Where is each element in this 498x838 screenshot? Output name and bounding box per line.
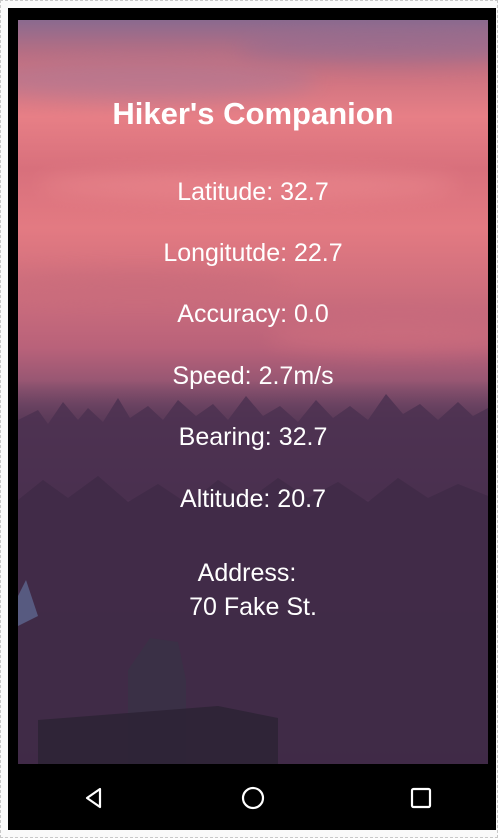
recents-square-icon xyxy=(410,787,432,809)
accuracy-reading: Accuracy: 0.0 xyxy=(177,300,329,328)
home-circle-icon xyxy=(241,786,265,810)
back-button[interactable] xyxy=(76,780,112,816)
recents-button[interactable] xyxy=(403,780,439,816)
background-cloud xyxy=(18,60,318,100)
latitude-reading: Latitude: 32.7 xyxy=(177,178,329,206)
address-label: Address: xyxy=(197,559,297,587)
speed-reading: Speed: 2.7m/s xyxy=(172,362,334,390)
bearing-reading: Bearing: 32.7 xyxy=(178,423,328,451)
address-value: 70 Fake St. xyxy=(189,593,317,621)
home-button[interactable] xyxy=(235,780,271,816)
background-cloud xyxy=(238,30,488,66)
altitude-reading: Altitude: 20.7 xyxy=(180,485,326,513)
app-screen: Hiker's Companion Latitude: 32.7 Longitu… xyxy=(18,20,488,764)
back-triangle-icon xyxy=(85,787,102,809)
android-navigation-bar xyxy=(18,764,488,830)
app-title: Hiker's Companion xyxy=(112,96,394,131)
background-cloud xyxy=(18,270,288,298)
longitude-reading: Longitutde: 22.7 xyxy=(163,239,343,267)
phone-device: Hiker's Companion Latitude: 32.7 Longitu… xyxy=(8,8,496,830)
